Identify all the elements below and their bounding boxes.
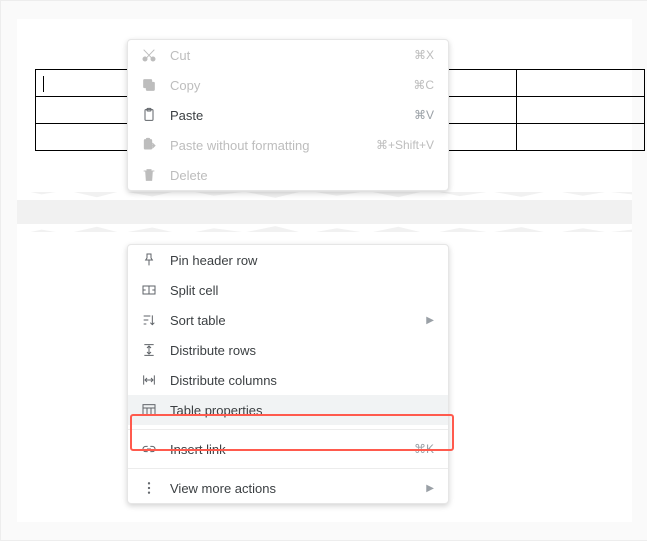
menu-item-distribute-rows[interactable]: Distribute rows — [128, 335, 448, 365]
menu-item-delete: Delete — [128, 160, 448, 190]
menu-item-label: Paste without formatting — [170, 138, 376, 153]
torn-page-gap — [17, 192, 632, 232]
cut-icon — [140, 46, 158, 64]
menu-item-paste[interactable]: Paste ⌘V — [128, 100, 448, 130]
menu-item-label: Copy — [170, 78, 413, 93]
paste-icon — [140, 106, 158, 124]
copy-icon — [140, 76, 158, 94]
menu-item-label: Sort table — [170, 313, 426, 328]
menu-item-insert-link[interactable]: Insert link ⌘K — [128, 434, 448, 464]
more-icon — [140, 479, 158, 497]
text-cursor — [43, 76, 44, 92]
menu-item-sort-table[interactable]: Sort table ▶ — [128, 305, 448, 335]
menu-item-distribute-columns[interactable]: Distribute columns — [128, 365, 448, 395]
menu-item-cut: Cut ⌘X — [128, 40, 448, 70]
menu-item-label: Insert link — [170, 442, 414, 457]
menu-item-copy: Copy ⌘C — [128, 70, 448, 100]
menu-item-table-properties[interactable]: Table properties — [128, 395, 448, 425]
submenu-arrow-icon: ▶ — [426, 483, 434, 494]
menu-item-label: Paste — [170, 108, 414, 123]
menu-item-shortcut: ⌘X — [414, 48, 434, 62]
menu-separator — [128, 468, 448, 469]
menu-item-shortcut: ⌘C — [413, 78, 434, 92]
menu-item-paste-plain: Paste without formatting ⌘+Shift+V — [128, 130, 448, 160]
menu-item-label: Distribute columns — [170, 373, 434, 388]
menu-item-label: Table properties — [170, 403, 434, 418]
menu-item-shortcut: ⌘K — [414, 442, 434, 456]
menu-item-label: Delete — [170, 168, 434, 183]
delete-icon — [140, 166, 158, 184]
menu-separator — [128, 429, 448, 430]
split-cell-icon — [140, 281, 158, 299]
sort-icon — [140, 311, 158, 329]
submenu-arrow-icon: ▶ — [426, 315, 434, 326]
pin-icon — [140, 251, 158, 269]
screenshot-canvas: ▾ Cut ⌘X Copy ⌘C Paste ⌘V Paste without … — [0, 0, 647, 541]
paste-plain-icon — [140, 136, 158, 154]
menu-item-shortcut: ⌘+Shift+V — [376, 138, 434, 152]
document-page: ▾ Cut ⌘X Copy ⌘C Paste ⌘V Paste without … — [17, 19, 632, 522]
context-menu-bottom: Pin header row Split cell Sort table ▶ D… — [127, 244, 449, 504]
context-menu-top: Cut ⌘X Copy ⌘C Paste ⌘V Paste without fo… — [127, 39, 449, 191]
menu-item-label: Cut — [170, 48, 414, 63]
distribute-rows-icon — [140, 341, 158, 359]
menu-item-label: Pin header row — [170, 253, 434, 268]
menu-item-shortcut: ⌘V — [414, 108, 434, 122]
table-properties-icon — [140, 401, 158, 419]
menu-item-label: Split cell — [170, 283, 434, 298]
menu-item-split-cell[interactable]: Split cell — [128, 275, 448, 305]
menu-item-pin-header[interactable]: Pin header row — [128, 245, 448, 275]
menu-item-label: Distribute rows — [170, 343, 434, 358]
menu-item-label: View more actions — [170, 481, 426, 496]
menu-item-more-actions[interactable]: View more actions ▶ — [128, 473, 448, 503]
link-icon — [140, 440, 158, 458]
distribute-columns-icon — [140, 371, 158, 389]
